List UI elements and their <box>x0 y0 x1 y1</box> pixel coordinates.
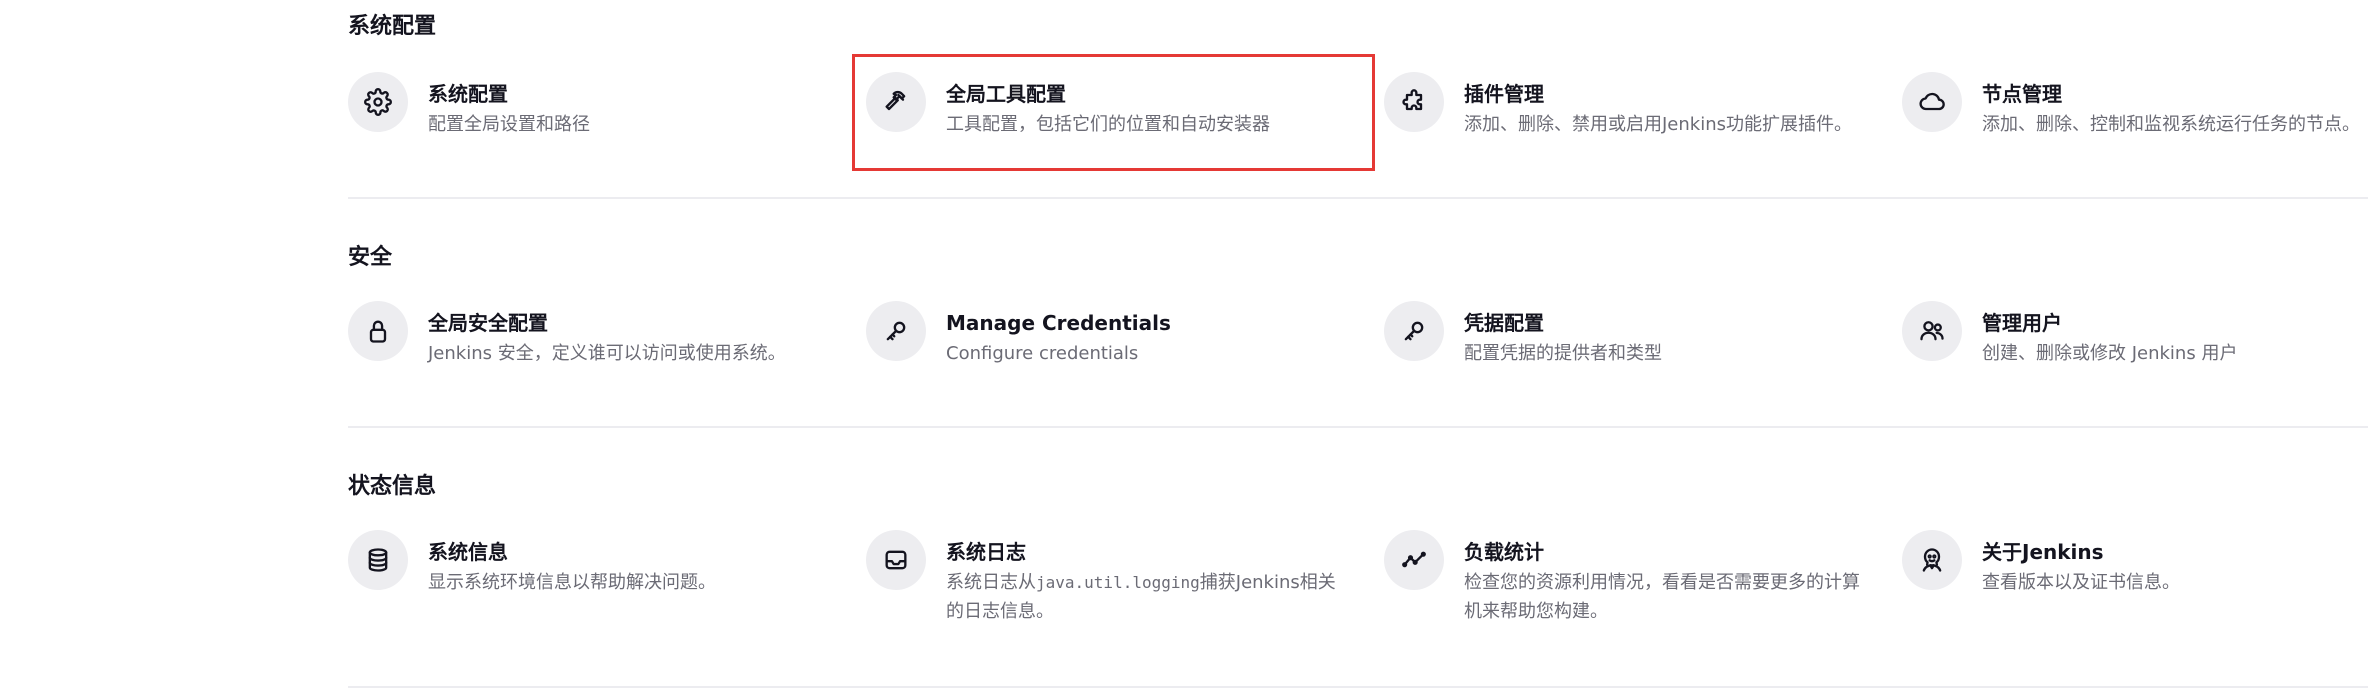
tile-title: 系统配置 <box>428 82 508 106</box>
users-icon <box>1902 301 1962 361</box>
highlight-box <box>852 54 1375 171</box>
tile-title: 系统信息 <box>428 540 508 564</box>
trend-icon <box>1384 530 1444 590</box>
tile-system-log[interactable]: 系统日志 系统日志从java.util.logging捕获Jenkins相关的日… <box>866 530 1366 626</box>
tile-title: 负载统计 <box>1464 540 1544 564</box>
key-icon <box>866 301 926 361</box>
tile-system-config[interactable]: 系统配置 配置全局设置和路径 <box>348 72 848 139</box>
tile-description: 创建、删除或修改 Jenkins 用户 <box>1982 343 2238 364</box>
tile-manage-credentials[interactable]: Manage Credentials Configure credentials <box>866 301 1366 368</box>
tile-system-info[interactable]: 系统信息 显示系统环境信息以帮助解决问题。 <box>348 530 848 597</box>
puzzle-icon <box>1384 72 1444 132</box>
section-divider <box>348 426 2368 428</box>
tile-node-manager[interactable]: 节点管理 添加、删除、控制和监视系统运行任务的节点。 <box>1902 72 2368 139</box>
tile-title: 管理用户 <box>1982 311 2062 335</box>
database-icon <box>348 530 408 590</box>
tile-description: Jenkins 安全，定义谁可以访问或使用系统。 <box>428 343 786 364</box>
tile-title: 关于Jenkins <box>1982 540 2104 564</box>
tile-description: 系统日志从java.util.logging捕获Jenkins相关的日志信息。 <box>946 568 1346 626</box>
desc-text: 系统日志从 <box>946 572 1036 593</box>
section-divider <box>348 197 2368 199</box>
tile-credential-providers[interactable]: 凭据配置 配置凭据的提供者和类型 <box>1384 301 1884 368</box>
desc-code: java.util.logging <box>1036 573 1200 592</box>
section-status-info: 状态信息 系统信息 显示系统环境信息以帮助解决问题。 系统日志 系统日志从jav… <box>348 458 2368 699</box>
tile-global-security[interactable]: 全局安全配置 Jenkins 安全，定义谁可以访问或使用系统。 <box>348 301 848 368</box>
lock-icon <box>348 301 408 361</box>
section-title: 安全 <box>348 245 393 270</box>
tile-description: 显示系统环境信息以帮助解决问题。 <box>428 572 716 593</box>
manage-jenkins-page: 系统配置 系统配置 配置全局设置和路径 全局工具配置 工具配置，包括它们的位置和… <box>0 0 2368 699</box>
section-security: 安全 全局安全配置 Jenkins 安全，定义谁可以访问或使用系统。 Manag… <box>348 229 2368 429</box>
tile-title: 系统日志 <box>946 540 1026 564</box>
tile-title: Manage Credentials <box>946 311 1171 335</box>
tile-manage-users[interactable]: 管理用户 创建、删除或修改 Jenkins 用户 <box>1902 301 2368 368</box>
tile-title: 全局安全配置 <box>428 311 548 335</box>
tile-description: 配置全局设置和路径 <box>428 114 590 135</box>
tile-description: 检查您的资源利用情况，看看是否需要更多的计算机来帮助您构建。 <box>1464 572 1860 622</box>
tile-title: 凭据配置 <box>1464 311 1544 335</box>
tile-description: 添加、删除、禁用或启用Jenkins功能扩展插件。 <box>1464 114 1853 135</box>
tile-load-statistics[interactable]: 负载统计 检查您的资源利用情况，看看是否需要更多的计算机来帮助您构建。 <box>1384 530 1884 626</box>
tile-plugin-manager[interactable]: 插件管理 添加、删除、禁用或启用Jenkins功能扩展插件。 <box>1384 72 1884 139</box>
tile-description: Configure credentials <box>946 343 1139 364</box>
section-title: 状态信息 <box>348 474 437 499</box>
tile-title: 节点管理 <box>1982 82 2062 106</box>
tile-description: 配置凭据的提供者和类型 <box>1464 343 1662 364</box>
tile-description: 添加、删除、控制和监视系统运行任务的节点。 <box>1982 114 2360 135</box>
cloud-icon <box>1902 72 1962 132</box>
gear-icon <box>348 72 408 132</box>
jenkins-icon <box>1902 530 1962 590</box>
inbox-icon <box>866 530 926 590</box>
tile-title: 插件管理 <box>1464 82 1544 106</box>
key-icon <box>1384 301 1444 361</box>
tile-description: 查看版本以及证书信息。 <box>1982 572 2180 593</box>
section-divider <box>348 686 2368 688</box>
section-title: 系统配置 <box>348 14 437 39</box>
tile-about-jenkins[interactable]: 关于Jenkins 查看版本以及证书信息。 <box>1902 530 2368 597</box>
